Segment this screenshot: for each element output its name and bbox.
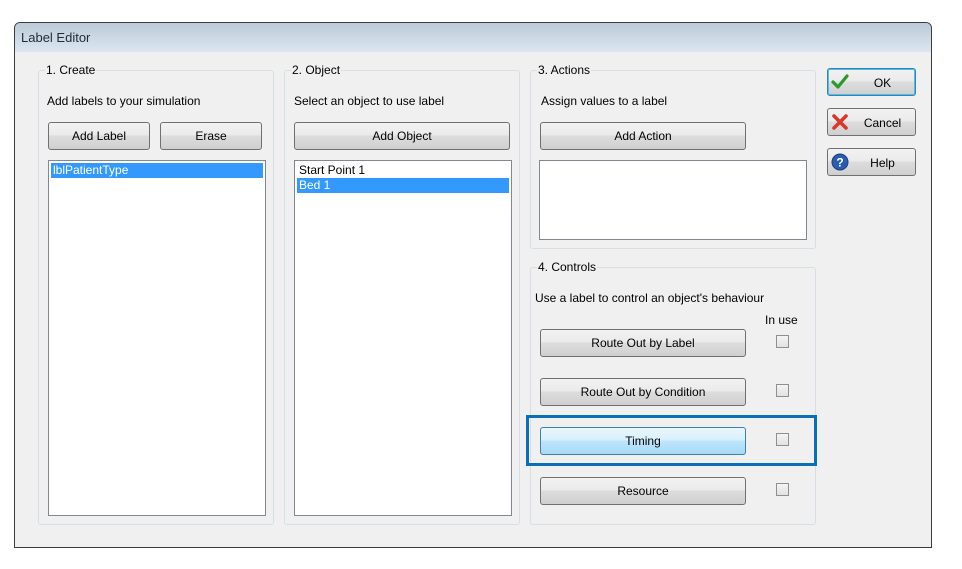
- svg-text:?: ?: [836, 156, 843, 170]
- route-out-by-label-button[interactable]: Route Out by Label: [540, 329, 746, 357]
- object-description: Select an object to use label: [294, 94, 445, 108]
- in-use-header: In use: [765, 313, 798, 327]
- erase-button[interactable]: Erase: [160, 122, 262, 150]
- title-bar[interactable]: Label Editor: [15, 23, 931, 52]
- route-out-by-label-in-use-checkbox[interactable]: [776, 335, 789, 348]
- list-item-object[interactable]: Bed 1: [297, 178, 509, 193]
- ok-button[interactable]: OK: [827, 68, 916, 96]
- add-object-button[interactable]: Add Object: [294, 122, 510, 150]
- controls-description: Use a label to control an object's behav…: [535, 291, 765, 305]
- cancel-label: Cancel: [863, 116, 902, 130]
- list-item-object[interactable]: Start Point 1: [297, 163, 509, 178]
- route-out-by-condition-button[interactable]: Route Out by Condition: [540, 378, 746, 406]
- route-out-by-condition-in-use-checkbox[interactable]: [776, 384, 789, 397]
- timing-button[interactable]: Timing: [540, 427, 746, 455]
- actions-description: Assign values to a label: [541, 94, 668, 108]
- actions-legend: 3. Actions: [537, 63, 592, 77]
- help-button[interactable]: ? Help: [827, 148, 916, 176]
- resource-button[interactable]: Resource: [540, 477, 746, 505]
- add-action-button[interactable]: Add Action: [540, 122, 746, 150]
- resource-in-use-checkbox[interactable]: [776, 483, 789, 496]
- window-title: Label Editor: [21, 30, 91, 45]
- cancel-button[interactable]: Cancel: [827, 108, 916, 136]
- create-description: Add labels to your simulation: [47, 94, 201, 108]
- controls-legend: 4. Controls: [537, 260, 598, 274]
- ok-label: OK: [873, 76, 892, 90]
- objects-list[interactable]: Start Point 1 Bed 1: [294, 160, 512, 516]
- actions-list[interactable]: [539, 160, 807, 240]
- list-item-label[interactable]: lblPatientType: [51, 163, 263, 178]
- add-label-button[interactable]: Add Label: [48, 122, 150, 150]
- timing-in-use-checkbox[interactable]: [776, 433, 789, 446]
- help-label: Help: [870, 156, 895, 170]
- x-icon: [832, 114, 848, 130]
- create-legend: 1. Create: [45, 63, 97, 77]
- labels-list[interactable]: lblPatientType: [48, 160, 266, 516]
- label-editor-window: Label Editor 1. Create Add labels to you…: [14, 22, 932, 548]
- object-legend: 2. Object: [291, 63, 342, 77]
- question-icon: ?: [831, 153, 849, 171]
- check-icon: [831, 74, 849, 89]
